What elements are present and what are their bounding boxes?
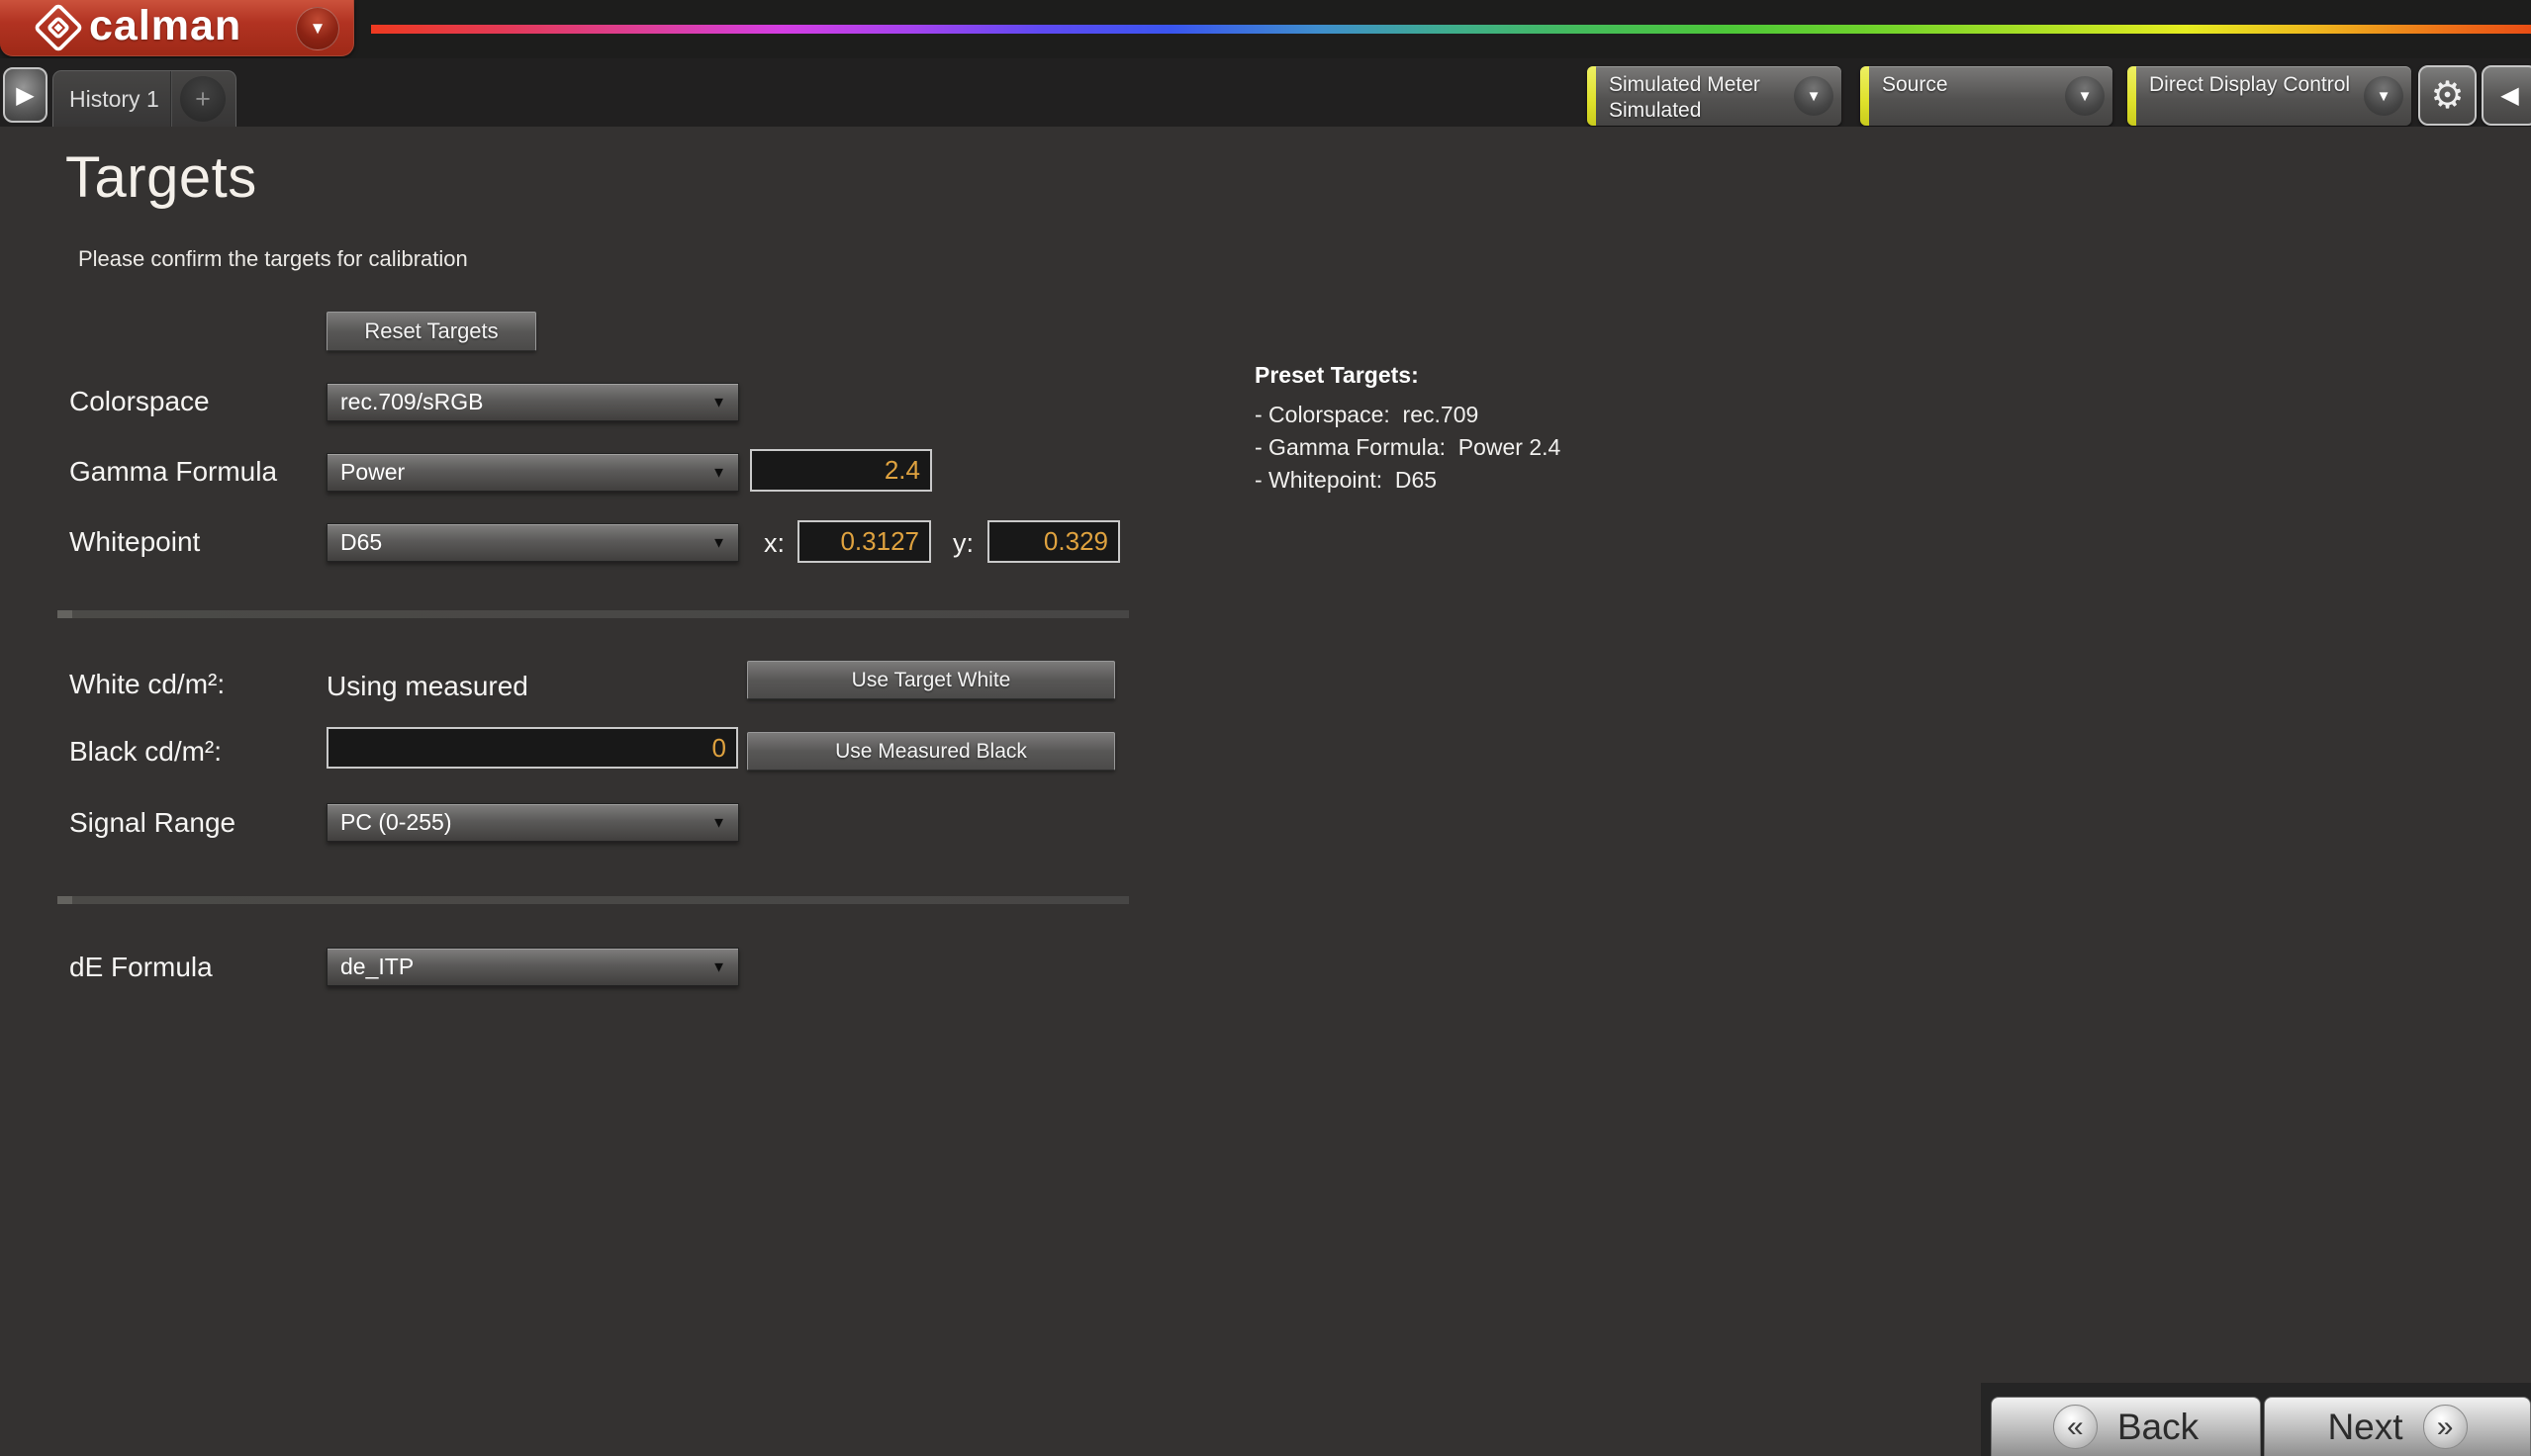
whitepoint-x-label: x:	[764, 528, 785, 559]
rainbow-spectrum-bar	[371, 25, 2531, 34]
gamma-formula-dropdown[interactable]: Power ▼	[327, 453, 739, 492]
signal-range-label: Signal Range	[69, 807, 235, 839]
back-chevron-icon: «	[2053, 1405, 2098, 1449]
gamma-formula-label: Gamma Formula	[69, 456, 277, 488]
calman-diamond-icon	[34, 3, 83, 52]
section-divider	[57, 896, 1129, 904]
meter-status-stripe	[1587, 66, 1596, 126]
source-line1: Source	[1882, 72, 1948, 98]
meter-line2: Simulated	[1609, 98, 1760, 124]
preset-targets-panel: Preset Targets: - Colorspace: rec.709 - …	[1255, 362, 1560, 497]
direct-display-control-dropdown[interactable]: Direct Display Control ▼	[2127, 66, 2411, 126]
colorspace-label: Colorspace	[69, 386, 210, 417]
main-content: Targets Please confirm the targets for c…	[0, 127, 2531, 1456]
gear-icon: ⚙	[2430, 73, 2464, 118]
collapse-panel-button[interactable]: ◀	[2482, 65, 2531, 126]
wizard-footer: « Back Next »	[1981, 1383, 2531, 1456]
black-cdm2-input[interactable]	[327, 727, 738, 769]
whitepoint-x-input[interactable]	[797, 520, 931, 563]
whitepoint-y-label: y:	[953, 528, 974, 559]
signal-range-dropdown[interactable]: PC (0-255) ▼	[327, 803, 739, 842]
page-subtitle: Please confirm the targets for calibrati…	[78, 246, 468, 272]
use-target-white-button[interactable]: Use Target White	[747, 661, 1115, 699]
page-title: Targets	[65, 144, 257, 211]
de-formula-value: de_ITP	[340, 954, 414, 980]
meter-line1: Simulated Meter	[1609, 72, 1760, 98]
preset-targets-title: Preset Targets:	[1255, 362, 1560, 389]
gamma-formula-value: Power	[340, 459, 405, 486]
ddc-dropdown-arrow-icon[interactable]: ▼	[2364, 76, 2403, 116]
back-button[interactable]: « Back	[1991, 1397, 2261, 1456]
white-cdm2-status: Using measured	[327, 671, 528, 702]
colorspace-dropdown-arrow-icon: ▼	[711, 394, 726, 410]
ddc-status-stripe	[2127, 66, 2136, 126]
tab-label: History 1	[53, 86, 170, 113]
preset-colorspace-line: - Colorspace: rec.709	[1255, 399, 1560, 431]
gamma-dropdown-arrow-icon: ▼	[711, 464, 726, 481]
signal-range-value: PC (0-255)	[340, 809, 451, 836]
section-divider	[57, 610, 1129, 618]
meter-dropdown-arrow-icon[interactable]: ▼	[1794, 76, 1833, 116]
whitepoint-label: Whitepoint	[69, 526, 200, 558]
whitepoint-y-input[interactable]	[987, 520, 1120, 563]
workflow-expand-button[interactable]: ▶	[3, 67, 47, 123]
tab-history-1[interactable]: History 1 +	[52, 70, 236, 127]
whitepoint-value: D65	[340, 529, 382, 556]
preset-whitepoint-line: - Whitepoint: D65	[1255, 464, 1560, 497]
de-formula-dropdown-arrow-icon: ▼	[711, 958, 726, 975]
ddc-dropdown-text: Direct Display Control	[2149, 72, 2350, 98]
back-button-label: Back	[2117, 1407, 2199, 1448]
reset-targets-button[interactable]: Reset Targets	[327, 312, 536, 351]
brand-menu-caret-icon[interactable]: ▼	[296, 7, 339, 50]
meter-dropdown-text: Simulated Meter Simulated	[1609, 72, 1760, 124]
whitepoint-dropdown-arrow-icon: ▼	[711, 534, 726, 551]
colorspace-value: rec.709/sRGB	[340, 389, 483, 415]
source-dropdown[interactable]: Source ▼	[1860, 66, 2112, 126]
next-chevron-icon: »	[2423, 1405, 2468, 1449]
top-bar: calman ▼	[0, 0, 2531, 58]
colorspace-dropdown[interactable]: rec.709/sRGB ▼	[327, 383, 739, 421]
ddc-line1: Direct Display Control	[2149, 72, 2350, 98]
preset-gamma-line: - Gamma Formula: Power 2.4	[1255, 431, 1560, 464]
tab-divider	[170, 71, 171, 127]
next-button[interactable]: Next »	[2264, 1397, 2531, 1456]
source-dropdown-text: Source	[1882, 72, 1948, 98]
signal-range-dropdown-arrow-icon: ▼	[711, 814, 726, 831]
whitepoint-dropdown[interactable]: D65 ▼	[327, 523, 739, 562]
calman-logo[interactable]: calman ▼	[0, 0, 354, 56]
arrow-left-icon: ◀	[2500, 81, 2518, 110]
source-status-stripe	[1860, 66, 1869, 126]
white-cdm2-label: White cd/m²:	[69, 669, 225, 700]
gamma-value-input[interactable]	[750, 449, 932, 492]
meter-dropdown[interactable]: Simulated Meter Simulated ▼	[1587, 66, 1841, 126]
de-formula-label: dE Formula	[69, 952, 213, 983]
add-tab-button[interactable]: +	[180, 76, 226, 122]
brand-wordmark: calman	[89, 2, 241, 50]
play-icon: ▶	[16, 81, 34, 110]
source-dropdown-arrow-icon[interactable]: ▼	[2065, 76, 2105, 116]
de-formula-dropdown[interactable]: de_ITP ▼	[327, 948, 739, 986]
use-measured-black-button[interactable]: Use Measured Black	[747, 732, 1115, 771]
tab-toolbar-row: ▶ History 1 + Simulated Meter Simulated …	[0, 58, 2531, 127]
settings-button[interactable]: ⚙	[2418, 65, 2477, 126]
next-button-label: Next	[2327, 1407, 2402, 1448]
black-cdm2-label: Black cd/m²:	[69, 736, 222, 768]
